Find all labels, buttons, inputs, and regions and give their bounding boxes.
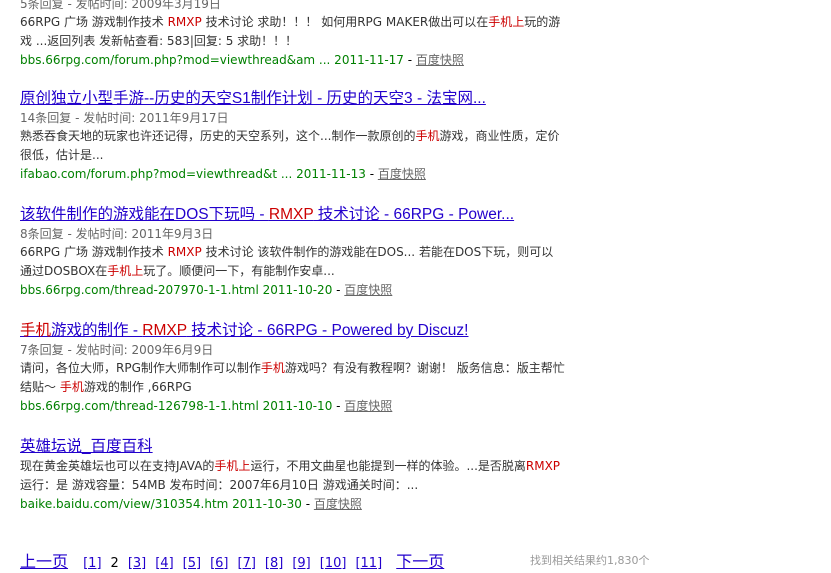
snapshot-link[interactable]: 百度快照 (344, 399, 392, 413)
result-title-link[interactable]: 英雄坛说_百度百科 (20, 437, 565, 457)
result-meta: 14条回复 - 发帖时间: 2011年9月17日 (20, 111, 229, 125)
result-url: bbs.66rpg.com/forum.php?mod=viewthread&a… (20, 53, 404, 67)
result-meta: 7条回复 - 发帖时间: 2009年6月9日 (20, 343, 214, 357)
highlight-keyword: 手机 (59, 380, 84, 394)
snapshot-link[interactable]: 百度快照 (416, 53, 464, 67)
result-url: baike.baidu.com/view/310354.htm 2011-10-… (20, 497, 302, 511)
highlight-keyword: 手机上 (214, 459, 251, 473)
page-link-3[interactable]: [3] (128, 556, 146, 571)
snippet-text: 游戏的制作 ,66RPG (83, 380, 192, 394)
snapshot-link[interactable]: 百度快照 (344, 283, 392, 297)
result-url-line: bbs.66rpg.com/forum.php?mod=viewthread&a… (20, 53, 464, 67)
highlight-keyword: RMXP (268, 206, 314, 223)
page-link-9[interactable]: [9] (292, 556, 310, 571)
highlight-keyword: RMXP (167, 245, 202, 259)
snippet-text: 技术讨论 求助！！！ 如何用RPG MAKER做出可以在 (201, 15, 489, 29)
snippet-text: 现在黄金英雄坛也可以在支持JAVA的 (20, 459, 215, 473)
next-page-link[interactable]: 下一页 (396, 552, 444, 571)
result-snippet: 66RPG 广场 游戏制作技术 RMXP 技术讨论 该软件制作的游戏能在DOS.… (20, 243, 565, 281)
page-number-list: [1] 2 [3] [4] [5] [6] [7] [8] [9] [10] [11] (83, 552, 391, 571)
title-text: 技术讨论 - 66RPG - Powered by Discuz! (186, 322, 469, 339)
highlight-keyword: 手机 (415, 129, 440, 143)
result-url: bbs.66rpg.com/thread-126798-1-1.html 201… (20, 399, 333, 413)
snippet-text: 请问，各位大师，RPG制作大师制作可以制作 (20, 361, 261, 375)
result-url-line: ifabao.com/forum.php?mod=viewthread&t ..… (20, 167, 426, 181)
result-snippet: 现在黄金英雄坛也可以在支持JAVA的手机上运行，不用文曲星也能提到一样的体验。.… (20, 457, 565, 495)
highlight-keyword: RMXP (525, 459, 561, 473)
title-text: 该软件制作的游戏能在DOS下玩吗 - (20, 206, 269, 223)
page-link-11[interactable]: [11] (355, 556, 382, 571)
highlight-keyword: 手机上 (107, 264, 144, 278)
result-snippet: 请问，各位大师，RPG制作大师制作可以制作手机游戏吗？有没有教程啊？谢谢！ 版务… (20, 359, 565, 397)
page-link-7[interactable]: [7] (238, 556, 256, 571)
highlight-keyword: RMXP (167, 15, 202, 29)
result-snippet: 66RPG 广场 游戏制作技术 RMXP 技术讨论 求助！！！ 如何用RPG M… (20, 13, 565, 51)
result-item-2: 该软件制作的游戏能在DOS下玩吗 - RMXP 技术讨论 - 66RPG - P… (20, 205, 565, 299)
result-item-4: 英雄坛说_百度百科 现在黄金英雄坛也可以在支持JAVA的手机上运行，不用文曲星也… (20, 437, 565, 513)
page-link-1[interactable]: [1] (83, 556, 101, 571)
snapshot-link[interactable]: 百度快照 (314, 497, 362, 511)
snippet-text: 运行：是 游戏容量：54MB 发布时间：2007年6月10日 游戏通关时间：..… (20, 478, 419, 492)
result-item-0: 5条回复 - 发帖时间: 2009年3月19日 66RPG 广场 游戏制作技术 … (20, 0, 565, 69)
result-item-1: 原创独立小型手游--历史的天空S1制作计划 - 历史的天空3 - 法宝网... … (20, 89, 565, 183)
page-link-5[interactable]: [5] (183, 556, 201, 571)
snippet-text: 66RPG 广场 游戏制作技术 (20, 245, 168, 259)
result-url-line: bbs.66rpg.com/thread-207970-1-1.html 201… (20, 283, 393, 297)
highlight-keyword: 手机 (20, 322, 52, 339)
snapshot-link[interactable]: 百度快照 (378, 167, 426, 181)
title-text: 游戏的制作 - (51, 322, 143, 339)
result-item-3: 手机游戏的制作 - RMXP 技术讨论 - 66RPG - Powered by… (20, 321, 565, 415)
prev-page-link[interactable]: 上一页 (20, 552, 68, 571)
result-snippet: 熟悉吞食天地的玩家也许还记得，历史的天空系列，这个...制作一款原创的手机游戏，… (20, 127, 565, 165)
result-url-line: bbs.66rpg.com/thread-126798-1-1.html 201… (20, 399, 393, 413)
snippet-text: 66RPG 广场 游戏制作技术 (20, 15, 168, 29)
highlight-keyword: 手机 (260, 361, 285, 375)
page-link-8[interactable]: [8] (265, 556, 283, 571)
page-link-4[interactable]: [4] (155, 556, 173, 571)
snippet-text: 熟悉吞食天地的玩家也许还记得，历史的天空系列，这个...制作一款原创的 (20, 129, 416, 143)
result-count: 找到相关结果约1,830个 (530, 554, 650, 567)
current-page: 2 (110, 556, 119, 571)
result-url: ifabao.com/forum.php?mod=viewthread&t ..… (20, 167, 366, 181)
result-title-link[interactable]: 手机游戏的制作 - RMXP 技术讨论 - 66RPG - Powered by… (20, 321, 565, 341)
result-meta: 8条回复 - 发帖时间: 2011年9月3日 (20, 227, 214, 241)
highlight-keyword: RMXP (142, 322, 187, 339)
result-url: bbs.66rpg.com/thread-207970-1-1.html 201… (20, 283, 333, 297)
result-meta: 5条回复 - 发帖时间: 2009年3月19日 (20, 0, 221, 11)
title-text: 技术讨论 - 66RPG - Power... (313, 206, 515, 223)
page-link-6[interactable]: [6] (210, 556, 228, 571)
result-url-line: baike.baidu.com/view/310354.htm 2011-10-… (20, 497, 362, 511)
result-title-link[interactable]: 原创独立小型手游--历史的天空S1制作计划 - 历史的天空3 - 法宝网... (20, 89, 565, 109)
snippet-text: 运行，不用文曲星也能提到一样的体验。...是否脱离 (250, 459, 526, 473)
highlight-keyword: 手机上 (488, 15, 525, 29)
page-link-10[interactable]: [10] (320, 556, 347, 571)
snippet-text: 玩了。顺便问一下，有能制作安卓... (143, 264, 335, 278)
result-title-link[interactable]: 该软件制作的游戏能在DOS下玩吗 - RMXP 技术讨论 - 66RPG - P… (20, 205, 565, 225)
pagination: 上一页 [1] 2 [3] [4] [5] [6] [7] [8] [9] [10] [11] 下一… (20, 548, 454, 572)
